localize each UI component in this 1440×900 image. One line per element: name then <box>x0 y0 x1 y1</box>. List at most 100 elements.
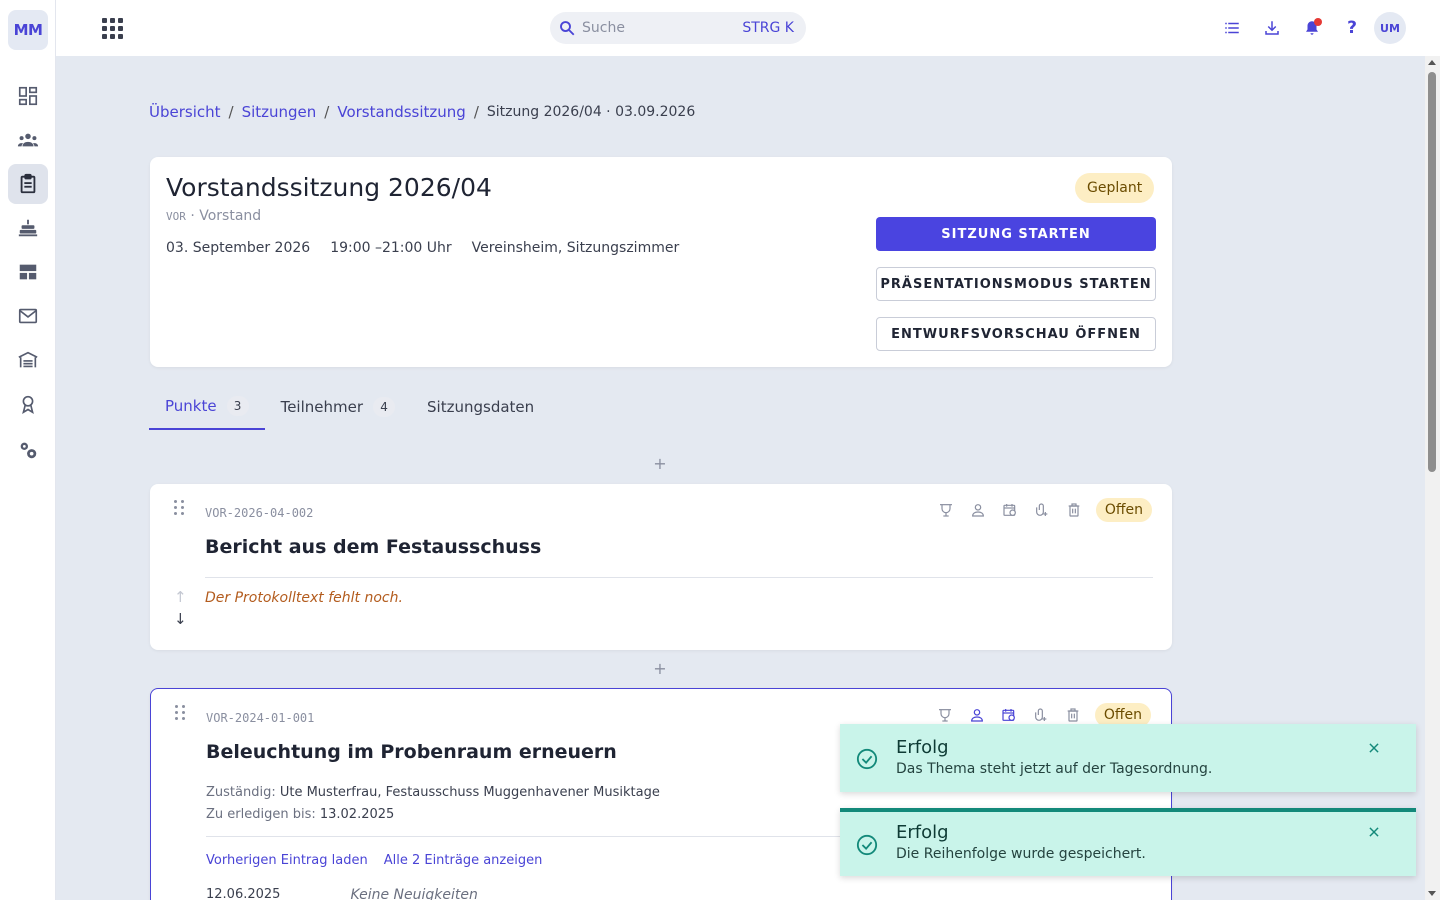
sidebar-item-mail[interactable] <box>8 296 48 336</box>
breadcrumb-separator: / <box>473 103 479 121</box>
responsible-label: Zuständig: <box>206 785 276 800</box>
page-scrollbar[interactable] <box>1425 56 1440 900</box>
breadcrumb-meetings[interactable]: Sitzungen <box>242 103 317 121</box>
item-title: Bericht aus dem Festausschuss <box>205 536 542 558</box>
meeting-group: VOR · Vorstand <box>166 208 261 224</box>
success-toast: Erfolg Das Thema steht jetzt auf der Tag… <box>840 724 1416 792</box>
agenda-item: VOR-2026-04-002 Bericht aus dem Festauss… <box>150 484 1172 650</box>
attachment-icon[interactable] <box>1031 705 1051 725</box>
page-title: Vorstandssitzung 2026/04 <box>166 173 492 202</box>
clipboard-icon <box>20 173 36 194</box>
entry-date: 12.06.2025 <box>206 887 281 900</box>
sidebar-item-tables[interactable] <box>8 252 48 292</box>
check-circle-icon <box>856 748 878 770</box>
scroll-thumb[interactable] <box>1428 72 1436 472</box>
tab-items[interactable]: Punkte 3 <box>149 384 265 430</box>
success-toast: Erfolg Die Reihenfolge wurde gespeichert… <box>840 808 1416 876</box>
search-bar[interactable]: STRG K <box>550 12 806 44</box>
search-shortcut: STRG K <box>742 20 794 36</box>
search-icon <box>560 21 575 36</box>
breadcrumb-overview[interactable]: Übersicht <box>149 103 221 121</box>
draft-preview-button[interactable]: ENTWURFSVORSCHAU ÖFFNEN <box>876 317 1156 351</box>
tab-participants[interactable]: Teilnehmer 4 <box>265 384 411 430</box>
tab-items-count: 3 <box>226 396 249 416</box>
notification-badge <box>1314 18 1322 26</box>
top-bar: STRG K ? UM <box>56 0 1440 56</box>
attachment-icon[interactable] <box>1032 500 1052 520</box>
tab-meeting-data-label: Sitzungsdaten <box>427 398 535 416</box>
app-grid-icon[interactable] <box>100 16 124 40</box>
sidebar-item-events[interactable] <box>8 208 48 248</box>
toast-title: Erfolg <box>896 737 949 758</box>
load-previous-entry-link[interactable]: Vorherigen Eintrag laden <box>206 853 368 868</box>
meeting-meta: 03. September 2026 19:00 –21:00 Uhr Vere… <box>166 240 679 256</box>
close-icon[interactable] <box>1364 822 1384 842</box>
sidebar-item-members[interactable] <box>8 120 48 160</box>
bell-icon[interactable] <box>1300 16 1324 40</box>
tab-meeting-data[interactable]: Sitzungsdaten <box>411 384 550 430</box>
calendar-clock-icon[interactable] <box>999 705 1019 725</box>
responsible-value: Ute Musterfrau, Festausschuss Muggenhave… <box>275 785 660 800</box>
move-down-icon[interactable]: ↓ <box>174 608 187 630</box>
breadcrumb: Übersicht / Sitzungen / Vorstandssitzung… <box>149 103 695 121</box>
presentation-icon[interactable] <box>936 500 956 520</box>
trash-icon[interactable] <box>1063 705 1083 725</box>
tab-participants-count: 4 <box>373 397 396 417</box>
status-badge: Geplant <box>1075 173 1155 203</box>
missing-protocol-text: Der Protokolltext fehlt noch. <box>205 590 403 606</box>
dashboard-icon <box>18 86 38 106</box>
calendar-clock-icon[interactable] <box>1000 500 1020 520</box>
people-icon <box>17 133 39 147</box>
move-arrows: ↑ ↓ <box>174 586 187 630</box>
tab-items-label: Punkte <box>165 397 217 415</box>
mail-icon <box>18 308 38 324</box>
check-circle-icon <box>856 834 878 856</box>
item-code: VOR-2026-04-002 <box>205 506 314 520</box>
breadcrumb-separator: / <box>228 103 234 121</box>
gears-icon <box>20 442 37 459</box>
start-meeting-button[interactable]: SITZUNG STARTEN <box>876 217 1156 251</box>
tab-bar: Punkte 3 Teilnehmer 4 Sitzungsdaten <box>149 384 550 430</box>
meeting-location: Vereinsheim, Sitzungszimmer <box>471 240 680 256</box>
item-code: VOR-2024-01-001 <box>206 711 315 725</box>
presentation-icon[interactable] <box>935 705 955 725</box>
close-icon[interactable] <box>1364 738 1384 758</box>
person-icon[interactable] <box>968 500 988 520</box>
medal-icon <box>22 395 34 414</box>
drag-handle-icon[interactable] <box>174 500 186 516</box>
drag-handle-icon[interactable] <box>175 705 187 721</box>
download-icon[interactable] <box>1260 16 1284 40</box>
show-all-entries-link[interactable]: Alle 2 Einträge anzeigen <box>384 853 543 868</box>
app-logo[interactable]: MM <box>8 10 48 50</box>
move-up-icon[interactable]: ↑ <box>174 586 187 608</box>
sidebar-item-meetings[interactable] <box>8 164 48 204</box>
tab-participants-label: Teilnehmer <box>280 398 364 416</box>
item-actions: Offen <box>936 498 1152 522</box>
due-label: Zu erledigen bis: <box>206 807 316 822</box>
avatar[interactable]: UM <box>1374 12 1406 44</box>
breadcrumb-current: Sitzung 2026/04 · 03.09.2026 <box>486 104 696 120</box>
trash-icon[interactable] <box>1064 500 1084 520</box>
scroll-up-arrow[interactable] <box>1428 60 1436 65</box>
table-icon <box>19 264 37 280</box>
toast-title: Erfolg <box>896 822 949 843</box>
sidebar-item-dashboard[interactable] <box>8 76 48 116</box>
add-item-button[interactable]: + <box>652 659 668 678</box>
sidebar: MM <box>0 0 56 900</box>
sidebar-item-awards[interactable] <box>8 384 48 424</box>
scroll-down-arrow[interactable] <box>1428 891 1436 896</box>
breadcrumb-board-meeting[interactable]: Vorstandssitzung <box>337 103 465 121</box>
toast-message: Das Thema steht jetzt auf der Tagesordnu… <box>896 761 1213 777</box>
help-icon[interactable]: ? <box>1340 16 1364 40</box>
search-input[interactable] <box>582 20 732 36</box>
presentation-mode-button[interactable]: PRÄSENTATIONSMODUS STARTEN <box>876 267 1156 301</box>
list-icon[interactable] <box>1220 16 1244 40</box>
item-responsible: Zuständig: Ute Musterfrau, Festausschuss… <box>206 785 660 800</box>
sidebar-item-settings[interactable] <box>8 430 48 470</box>
sidebar-item-organization[interactable] <box>8 340 48 380</box>
add-item-button[interactable]: + <box>652 454 668 473</box>
person-icon[interactable] <box>967 705 987 725</box>
entry-row: 12.06.2025 Keine Neuigkeiten <box>206 887 478 900</box>
meeting-header-card: Vorstandssitzung 2026/04 VOR · Vorstand … <box>150 157 1172 367</box>
cake-icon <box>18 219 38 237</box>
